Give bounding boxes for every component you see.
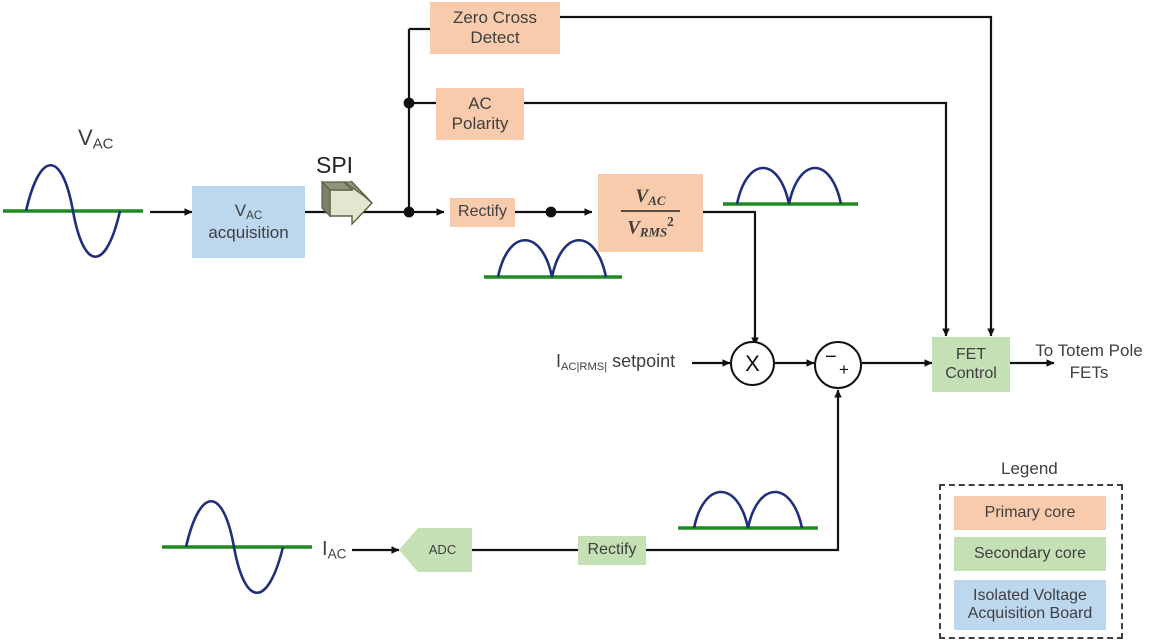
transfer-num: V [635,185,649,207]
multiplier-node[interactable]: X [730,341,775,386]
label-iac-rms-setpoint: IAC|RMS| setpoint [556,351,675,373]
waveform-normalized-rectified-vac [723,166,858,206]
output-line2: FETs [1069,363,1109,383]
setpoint-sub: AC|RMS| [561,360,608,373]
legend-title-text: Legend [1001,459,1058,478]
rectify-bottom-label: Rectify [587,541,637,559]
junction-dot-rectify [403,206,415,218]
ac-polarity-line1: AC [468,94,492,114]
vac-source-main: V [78,125,93,150]
zero-cross-line1: Zero Cross [452,8,538,28]
setpoint-tail: setpoint [607,351,676,371]
junction-dot-acpolarity [403,97,415,109]
block-fet-control[interactable]: FET Control [932,337,1010,392]
legend-secondary-label: Secondary core [973,544,1087,562]
block-adc[interactable]: ADC [399,528,472,572]
waveform-iac-input [162,500,312,594]
transfer-num-sub: AC [648,192,666,208]
vac-acquisition-line1: V [234,201,247,221]
adc-label: ADC [428,541,457,557]
ac-polarity-line2: Polarity [451,114,509,133]
block-zero-cross-detect[interactable]: Zero Cross Detect [430,2,560,54]
wire-acpolarity-to-fetcontrol [524,101,950,337]
vac-acquisition-line2: acquisition [208,223,289,243]
fet-control-line2: Control [945,364,997,382]
transfer-function-formula: VAC VRMS2 [621,186,680,240]
summing-junction-node[interactable]: − + [814,341,862,389]
vac-acquisition-sub: AC [246,210,263,223]
summing-minus-sign: − [825,346,837,368]
legend-primary-label: Primary core [984,503,1076,521]
wire-transferfn-to-multiplier [703,210,759,346]
legend-item-primary-core[interactable]: Primary core [954,496,1106,530]
transfer-exponent: 2 [667,213,674,229]
wire-rectify-to-summer-feedback [646,389,842,552]
transfer-den-sub: RMS [639,224,668,240]
block-transfer-function[interactable]: VAC VRMS2 [598,174,703,252]
block-vac-acquisition[interactable]: VAC acquisition [192,186,305,258]
block-diagram-canvas: VAC acquisition Zero Cross Detect AC Pol… [0,0,1154,643]
vac-source-sub: AC [92,135,114,153]
legend-item-secondary-core[interactable]: Secondary core [954,537,1106,571]
zero-cross-line2: Detect [470,28,520,47]
fet-control-line1: FET [955,346,987,364]
block-rectify-top[interactable]: Rectify [450,198,515,227]
label-spi: SPI [316,152,353,179]
block-ac-polarity[interactable]: AC Polarity [436,88,524,140]
summing-plus-sign: + [839,360,849,379]
spi-arrow-icon [320,180,373,226]
legend-title: Legend [1001,459,1058,479]
waveform-vac-input [3,164,143,258]
spi-text: SPI [316,152,354,178]
legend-item-isolated-board[interactable]: Isolated Voltage Acquisition Board [954,580,1106,630]
legend-isolated-line2: Acquisition Board [967,605,1093,622]
block-rectify-bottom[interactable]: Rectify [578,536,646,565]
label-iac-source: IAC [322,538,346,561]
legend-isolated-line1: Isolated Voltage [973,586,1087,604]
output-line1: To Totem Pole [1035,341,1143,360]
rectify-top-label: Rectify [458,203,507,221]
waveform-rectified-iac [678,490,818,530]
multiplier-symbol: X [745,350,760,376]
transfer-den: V [627,217,640,239]
iac-source-sub: AC [327,546,347,562]
junction-dot-transferfn [545,206,557,218]
label-output-totem-pole: To Totem Pole FETs [1024,340,1154,384]
label-vac-source: VAC [78,125,113,153]
